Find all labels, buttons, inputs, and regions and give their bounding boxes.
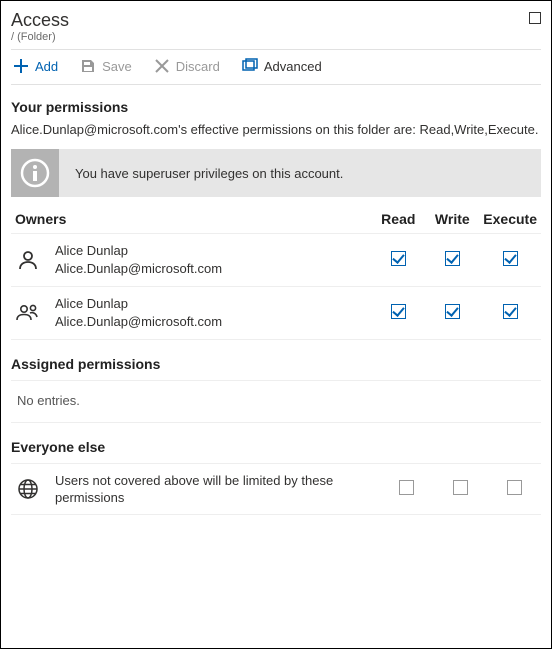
- close-icon: [154, 58, 170, 74]
- everyone-execute-checkbox[interactable]: [507, 480, 522, 495]
- col-write: Write: [425, 203, 479, 234]
- everyone-else-text: Users not covered above will be limited …: [55, 472, 375, 506]
- assigned-empty: No entries.: [11, 381, 541, 423]
- owner-name: Alice Dunlap: [55, 242, 222, 260]
- user-icon: [15, 250, 41, 270]
- col-read: Read: [371, 203, 425, 234]
- everyone-else-table: Users not covered above will be limited …: [11, 464, 541, 515]
- everyone-write-checkbox[interactable]: [453, 480, 468, 495]
- everyone-else-title: Everyone else: [11, 423, 541, 464]
- col-execute: Execute: [479, 203, 541, 234]
- maximize-icon[interactable]: [529, 12, 541, 24]
- info-banner-text: You have superuser privileges on this ac…: [75, 166, 343, 181]
- discard-button[interactable]: Discard: [154, 58, 220, 74]
- info-banner: You have superuser privileges on this ac…: [11, 149, 541, 197]
- advanced-label: Advanced: [264, 59, 322, 74]
- read-checkbox[interactable]: [391, 251, 406, 266]
- owners-table: Owners Read Write Execute Alice DunlapAl…: [11, 203, 541, 340]
- write-checkbox[interactable]: [445, 251, 460, 266]
- save-label: Save: [102, 59, 132, 74]
- everyone-read-checkbox[interactable]: [399, 480, 414, 495]
- discard-label: Discard: [176, 59, 220, 74]
- globe-icon: [15, 478, 41, 500]
- breadcrumb: / (Folder): [11, 31, 69, 43]
- assigned-permissions-title: Assigned permissions: [11, 340, 541, 381]
- owner-email: Alice.Dunlap@microsoft.com: [55, 313, 222, 331]
- everyone-else-row: Users not covered above will be limited …: [11, 464, 541, 515]
- execute-checkbox[interactable]: [503, 304, 518, 319]
- panel-header: Access / (Folder): [11, 9, 541, 50]
- table-row: Alice DunlapAlice.Dunlap@microsoft.com: [11, 287, 541, 340]
- info-icon: [11, 149, 59, 197]
- execute-checkbox[interactable]: [503, 251, 518, 266]
- owner-name: Alice Dunlap: [55, 295, 222, 313]
- your-permissions-title: Your permissions: [11, 99, 541, 115]
- advanced-button[interactable]: Advanced: [242, 58, 322, 74]
- read-checkbox[interactable]: [391, 304, 406, 319]
- add-label: Add: [35, 59, 58, 74]
- add-button[interactable]: Add: [13, 58, 58, 74]
- save-icon: [80, 58, 96, 74]
- advanced-icon: [242, 58, 258, 74]
- write-checkbox[interactable]: [445, 304, 460, 319]
- owner-email: Alice.Dunlap@microsoft.com: [55, 260, 222, 278]
- save-button[interactable]: Save: [80, 58, 132, 74]
- your-permissions-description: Alice.Dunlap@microsoft.com's effective p…: [11, 121, 541, 139]
- toolbar: Add Save Discard Advanced: [11, 50, 541, 85]
- page-title: Access: [11, 9, 69, 31]
- plus-icon: [13, 58, 29, 74]
- your-permissions-section: Your permissions Alice.Dunlap@microsoft.…: [11, 85, 541, 197]
- table-row: Alice DunlapAlice.Dunlap@microsoft.com: [11, 234, 541, 287]
- group-icon: [15, 303, 41, 323]
- col-owners: Owners: [11, 203, 371, 234]
